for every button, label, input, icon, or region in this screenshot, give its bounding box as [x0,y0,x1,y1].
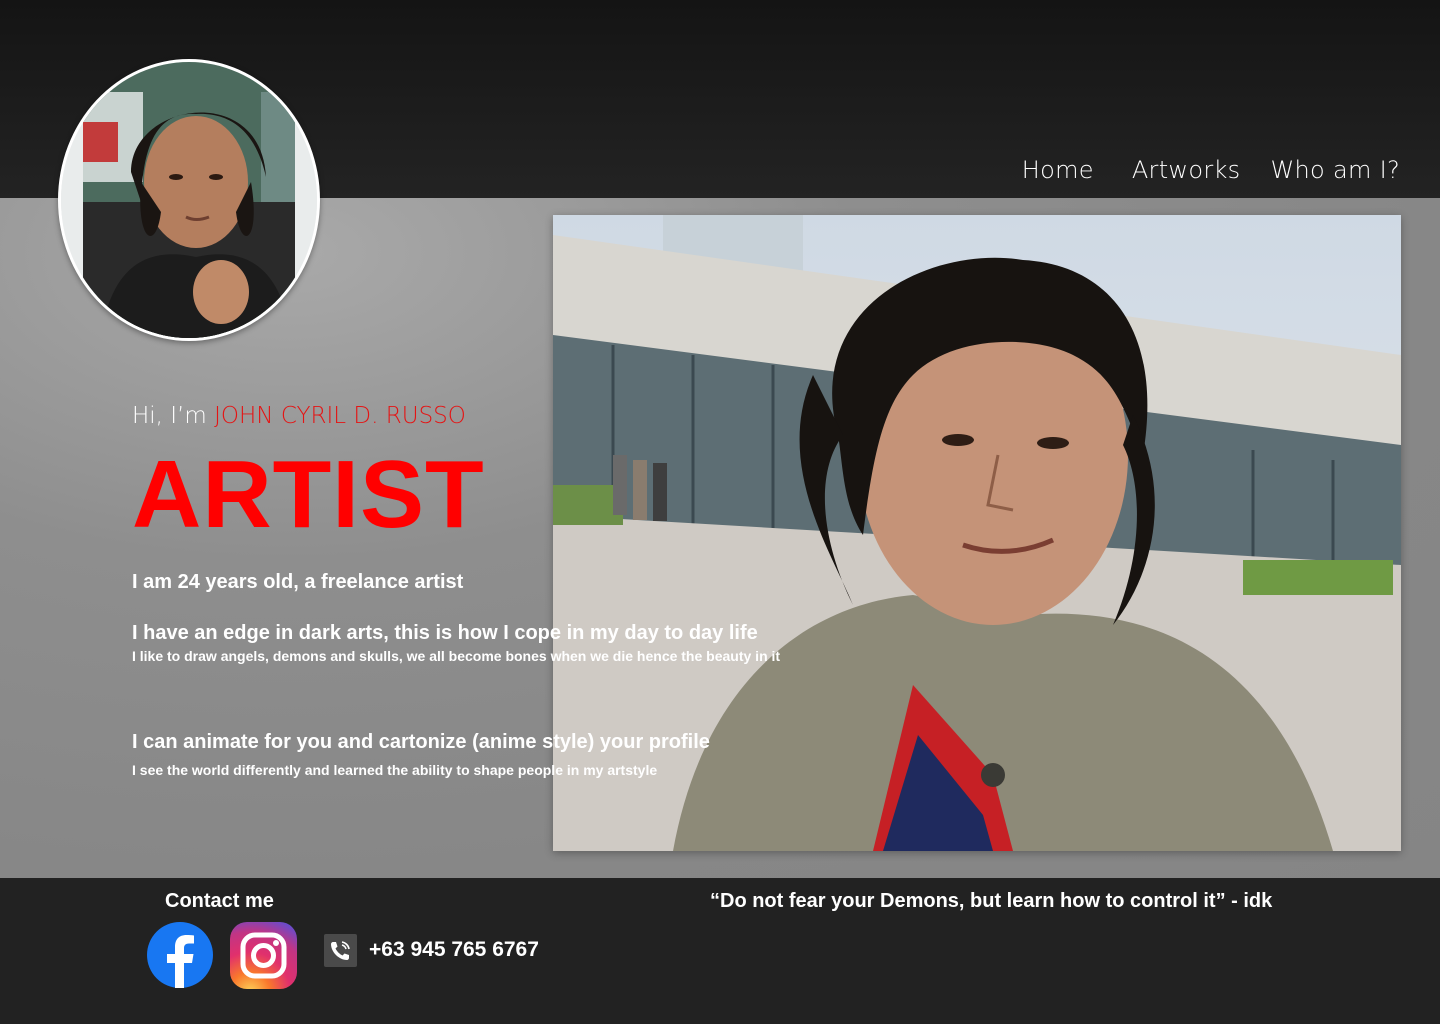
greeting: Hi, I’m JOHN CYRIL D. RUSSO [132,403,466,429]
bio-line-animate: I can animate for you and cartonize (ani… [132,731,710,753]
facebook-icon[interactable] [147,922,213,988]
bio-line-age: I am 24 years old, a freelance artist [132,571,464,593]
bio-line-world: I see the world differently and learned … [132,762,658,778]
phone-number[interactable]: +63 945 765 6767 [369,938,539,962]
profile-avatar[interactable] [58,59,320,341]
main-nav: Home Artworks Who am I? [1022,156,1400,184]
contact-title: Contact me [165,890,274,912]
instagram-icon[interactable] [230,922,297,989]
phone-icon [324,934,357,967]
bio-line-angels: I like to draw angels, demons and skulls… [132,648,781,664]
nav-artworks[interactable]: Artworks [1132,156,1241,184]
greeting-text: Hi, I’m [132,403,215,429]
hero-photo [553,215,1401,851]
footer-quote: “Do not fear your Demons, but learn how … [710,890,1273,912]
role-title: ARTIST [132,441,485,548]
nav-who-am-i[interactable]: Who am I? [1271,156,1401,184]
hero-portrait [553,215,1401,851]
bio-line-dark-arts: I have an edge in dark arts, this is how… [132,622,758,644]
artist-name: JOHN CYRIL D. RUSSO [214,403,466,429]
nav-home[interactable]: Home [1022,156,1094,184]
avatar-portrait [61,62,317,338]
